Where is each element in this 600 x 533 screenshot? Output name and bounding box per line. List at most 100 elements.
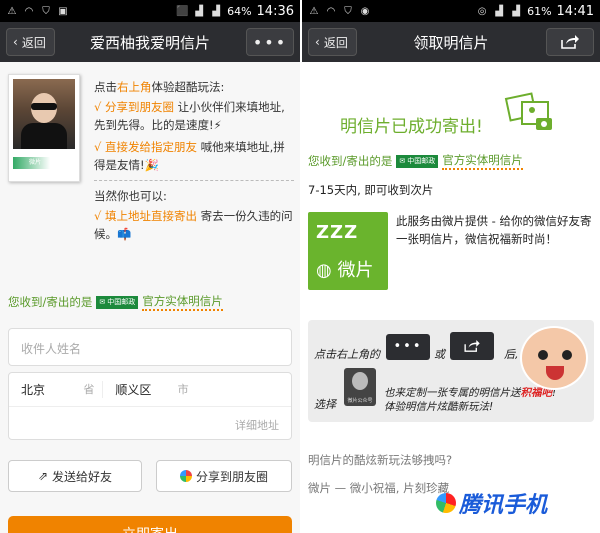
warning-icon: ⚠ bbox=[7, 5, 17, 17]
recipient-name-input[interactable]: 收件人姓名 bbox=[8, 328, 292, 366]
tips-intro: 点击右上角体验超酷玩法: bbox=[94, 78, 294, 96]
share-moments-label: 分享到朋友圈 bbox=[195, 469, 268, 484]
nav-bar: ‹ 返回 领取明信片 bbox=[302, 22, 600, 62]
postcards-icon bbox=[504, 92, 552, 130]
wechat-icon: ◍ bbox=[316, 260, 332, 281]
postcard-origin-line: 您收到/寄出的是 ✉ 中国邮政 官方实体明信片 bbox=[8, 293, 223, 311]
back-label: 返回 bbox=[21, 35, 46, 50]
shield-icon: ⛉ bbox=[42, 5, 50, 17]
city-value: 顺义区 bbox=[115, 383, 152, 397]
province-select[interactable]: 北京 省 bbox=[9, 381, 102, 398]
status-bar: ⚠ ◠ ⛉ ▣ ⬛ ▟ ▟ 64% 14:36 bbox=[0, 0, 300, 22]
left-screen: ⚠ ◠ ⛉ ▣ ⬛ ▟ ▟ 64% 14:36 ‹ 返回 爱西柚我爱明信片 ••… bbox=[0, 0, 300, 533]
signal-icon: ▟ bbox=[512, 5, 520, 17]
promo-banner[interactable]: 点击右上角的 ••• 或 后, 选择 微片公众号 也来定制一张专属的明信片送积福… bbox=[308, 320, 594, 422]
submit-button[interactable]: 立即寄出 bbox=[8, 516, 292, 533]
official-account-icon: 微片公众号 bbox=[344, 368, 376, 406]
back-button[interactable]: ‹ 返回 bbox=[308, 28, 357, 56]
clock: 14:41 bbox=[556, 3, 594, 19]
watermark-text: 腾讯手机 bbox=[459, 493, 548, 518]
share-icon bbox=[450, 332, 494, 360]
more-button[interactable]: ••• bbox=[246, 28, 294, 56]
signal-icon: ▟ bbox=[195, 5, 203, 17]
tips-intro-a: 点击 bbox=[94, 80, 117, 94]
tips-intro-b: 体验超酷玩法: bbox=[151, 80, 225, 94]
china-post-icon: ✉ bbox=[99, 298, 106, 306]
tip-item-send-friend: √ 直接发给指定朋友 喊他来填地址,拼得是友情!🎉 bbox=[94, 138, 294, 174]
eye-icon: ◎ bbox=[477, 5, 487, 17]
postcard-origin-line: 您收到/寄出的是 ✉ 中国邮政 官方实体明信片 bbox=[308, 152, 523, 170]
address-detail-input[interactable]: 详细地址 bbox=[9, 407, 291, 440]
origin-suffix: 官方实体明信片 bbox=[142, 293, 223, 311]
battery-level: 61% bbox=[527, 4, 552, 18]
promo-text-5a: 也来定制一张专属的明信片送 bbox=[384, 387, 521, 399]
mascot-icon bbox=[520, 326, 588, 390]
chevron-left-icon: ‹ bbox=[315, 35, 320, 49]
tip-item-2-highlight: √ 直接发给指定朋友 bbox=[94, 140, 197, 154]
weipian-logo-mark: ZZZ bbox=[316, 222, 359, 243]
origin-suffix: 官方实体明信片 bbox=[442, 152, 523, 170]
official-account-label: 微片公众号 bbox=[347, 398, 373, 404]
status-bar: ⚠ ◠ ⛉ ◉ ◎ ▟ ▟ 61% 14:41 bbox=[302, 0, 600, 22]
delivery-estimate: 7-15天内, 即可收到次片 bbox=[308, 183, 434, 197]
watermark: 腾讯手机 bbox=[436, 487, 547, 519]
warning-icon: ⚠ bbox=[309, 5, 319, 17]
share-icon bbox=[561, 35, 579, 49]
origin-prefix: 您收到/寄出的是 bbox=[8, 295, 93, 309]
weipian-logo: ZZZ ◍ 微片 bbox=[308, 212, 388, 290]
photo-stamp: 微片 bbox=[13, 157, 75, 169]
more-icon: ••• bbox=[386, 334, 430, 360]
china-post-icon: ✉ bbox=[399, 157, 406, 165]
city-select[interactable]: 顺义区 市 bbox=[102, 381, 196, 398]
battery-level: 64% bbox=[227, 4, 252, 18]
china-post-logo: ✉ 中国邮政 bbox=[96, 295, 139, 309]
wechat-icon: ◉ bbox=[360, 5, 370, 17]
weipian-logo-text: ◍ 微片 bbox=[316, 256, 373, 282]
promo-text-3: 后, bbox=[504, 348, 519, 361]
promo-text-1: 点击右上角的 bbox=[314, 348, 380, 361]
city-suffix: 市 bbox=[177, 383, 189, 396]
wifi-icon: ◠ bbox=[326, 5, 336, 17]
tencent-logo-icon bbox=[436, 493, 456, 513]
weipian-logo-label: 微片 bbox=[337, 260, 374, 281]
china-post-logo: ✉ 中国邮政 bbox=[396, 154, 439, 168]
clock: 14:36 bbox=[256, 3, 294, 19]
send-to-friend-button[interactable]: ⇗ 发送给好友 bbox=[8, 460, 142, 492]
promo-text-2: 或 bbox=[434, 348, 445, 361]
right-screen: ⚠ ◠ ⛉ ◉ ◎ ▟ ▟ 61% 14:41 ‹ 返回 领取明信片 明信片已成… bbox=[302, 0, 600, 533]
origin-prefix: 您收到/寄出的是 bbox=[308, 154, 393, 168]
tip-item-1-highlight: √ 分享到朋友圈 bbox=[94, 100, 174, 114]
wifi-icon: ◠ bbox=[24, 5, 34, 17]
image-icon: ▣ bbox=[58, 5, 68, 17]
promo-text-4: 选择 bbox=[314, 398, 336, 411]
chevron-left-icon: ‹ bbox=[13, 35, 18, 49]
back-button[interactable]: ‹ 返回 bbox=[6, 28, 55, 56]
china-post-logo-text: 中国邮政 bbox=[107, 298, 136, 306]
send-to-friend-label: 发送给好友 bbox=[52, 469, 113, 484]
nav-bar: ‹ 返回 爱西柚我爱明信片 ••• bbox=[0, 22, 300, 62]
signal-icon: ▟ bbox=[212, 5, 220, 17]
postcard-photo[interactable]: 微片 bbox=[8, 74, 80, 182]
address-form: 北京 省 顺义区 市 详细地址 bbox=[8, 372, 292, 440]
share-icon: ⇗ bbox=[37, 469, 49, 483]
tip-item-share-moments: √ 分享到朋友圈 让小伙伴们来填地址,先到先得。比的是速度!⚡ bbox=[94, 98, 294, 134]
tips-panel: 点击右上角体验超酷玩法: √ 分享到朋友圈 让小伙伴们来填地址,先到先得。比的是… bbox=[94, 78, 294, 247]
share-moments-button[interactable]: 分享到朋友圈 bbox=[156, 460, 292, 492]
province-value: 北京 bbox=[21, 383, 46, 397]
divider bbox=[94, 180, 294, 181]
share-button[interactable] bbox=[546, 28, 594, 56]
shield-icon: ⛉ bbox=[344, 5, 352, 17]
china-post-logo-text: 中国邮政 bbox=[407, 157, 436, 165]
tip-item-3-highlight: √ 填上地址直接寄出 bbox=[94, 209, 197, 223]
service-note: 此服务由微片提供 - 给你的微信好友寄一张明信片，微信祝福新时尚！ bbox=[396, 214, 592, 246]
promo-text-5c: 体验明信片炫酷新玩法! bbox=[384, 401, 494, 413]
province-suffix: 省 bbox=[83, 383, 95, 396]
tips-also: 当然你也可以: bbox=[94, 189, 167, 203]
app-icon: ⬛ bbox=[176, 5, 189, 17]
tip-item-send-direct: √ 填上地址直接寄出 寄去一份久违的问候。📫 bbox=[94, 207, 294, 243]
signature-text: 微片 — 微小祝福, 片刻珍藏 bbox=[308, 481, 450, 495]
top-right-link: 右上角 bbox=[117, 80, 152, 94]
sent-success-title: 明信片已成功寄出! bbox=[340, 117, 483, 137]
faq-text: 明信片的酷炫新玩法够拽吗? bbox=[308, 453, 453, 467]
user-photo bbox=[13, 79, 75, 149]
